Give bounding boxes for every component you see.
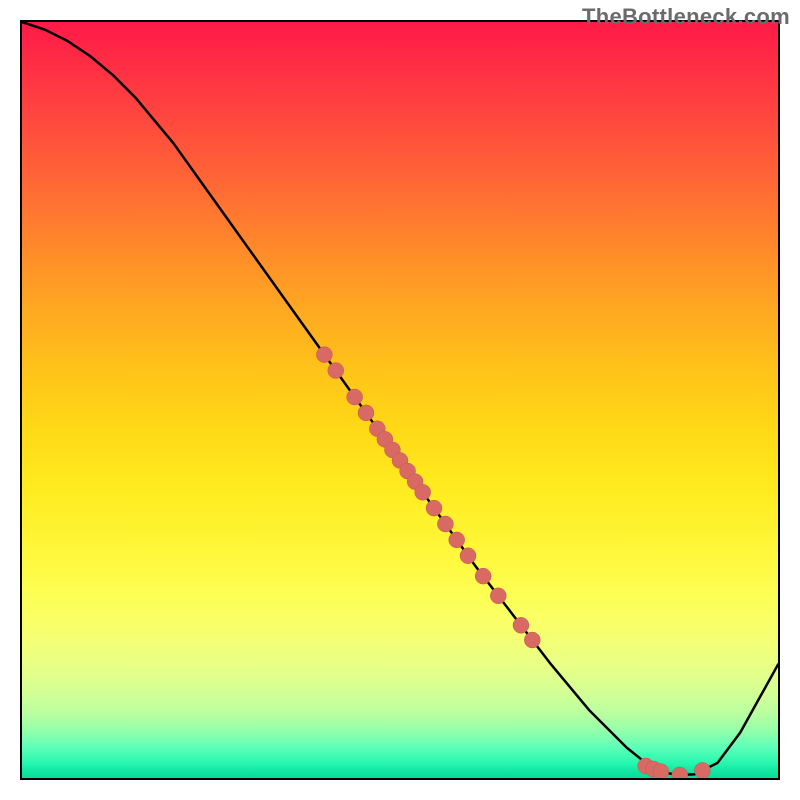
sample-marker [316,347,332,363]
sample-marker [437,516,453,532]
bottleneck-curve-path [22,22,778,775]
sample-marker [490,588,506,604]
sample-markers-group [316,347,710,778]
sample-marker [672,767,688,778]
sample-marker [328,363,344,379]
chart-stage: TheBottleneck.com [0,0,800,800]
sample-marker [513,617,529,633]
sample-marker [347,389,363,405]
sample-marker [426,500,442,516]
sample-marker [449,532,465,548]
sample-marker [358,405,374,421]
plot-area [20,20,780,780]
sample-marker [524,632,540,648]
sample-marker [694,762,710,778]
chart-overlay-svg [22,22,778,778]
sample-marker [460,548,476,564]
sample-marker [653,764,669,778]
sample-marker [475,568,491,584]
sample-marker [415,484,431,500]
